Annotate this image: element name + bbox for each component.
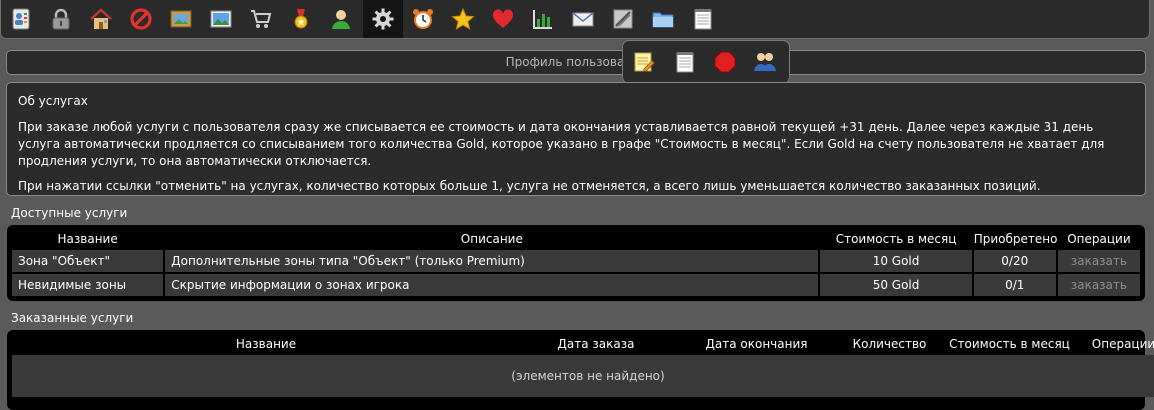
notepad-icon [676,52,694,73]
medal-icon [294,9,308,29]
service-name: Невидимые зоны [12,274,164,296]
order-link[interactable]: заказать [1057,250,1140,272]
star-icon [451,7,475,30]
folder-icon [652,12,674,28]
col-header-end-date: Дата окончания [705,337,808,351]
heart-icon [492,9,514,28]
tools-button[interactable] [603,0,643,38]
ordered-services-label: Заказанные услуги [11,311,134,325]
service-description: Скрытие информации о зонах игрока [165,274,819,296]
col-header-cost: Стоимость в месяц [949,337,1070,351]
service-cost: 10 Gold [820,250,972,272]
star-button[interactable] [443,0,483,38]
info-title: Об услугах [18,94,88,108]
bar-chart-icon [533,10,552,29]
service-bought: 0/1 [973,274,1056,296]
picture-frame-button[interactable] [161,0,201,38]
col-header-cost: Стоимость в месяц [835,232,957,246]
users-icon [754,53,776,71]
lock-button[interactable] [41,0,81,38]
notepad-icon [694,9,712,30]
landscape-icon [210,10,232,28]
home-icon [90,8,112,29]
users-button[interactable] [752,49,778,75]
main-toolbar [0,0,1150,39]
col-header-bought: Приобретено [973,232,1058,246]
col-header-quantity: Количество [852,337,927,351]
alarm-clock-icon [413,9,433,29]
available-services-label: Доступные услуги [11,206,128,220]
col-header-description: Описание [460,232,523,246]
table-row: Зона "Объект" Дополнительные зоны типа "… [12,250,1140,272]
profile-popup-menu [622,40,790,84]
settings-button[interactable] [363,0,403,38]
ordered-services-table: Название Дата заказа Дата окончания Коли… [7,330,1154,410]
service-bought: 0/20 [973,250,1056,272]
stop-icon [714,51,736,73]
services-info-box: Об услугах При заказе любой услуги с пол… [6,82,1146,196]
col-header-name: Название [57,232,118,246]
contacts-icon [12,8,30,30]
forbidden-icon [130,8,152,30]
edit-note-button[interactable] [631,49,657,75]
home-button[interactable] [81,0,121,38]
tools-icon [613,9,633,29]
mail-icon [572,12,594,27]
cart-button[interactable] [241,0,281,38]
table-row: Невидимые зоны Скрытие информации о зона… [12,274,1140,296]
info-paragraph-2: При нажатии ссылки "отменить" на услугах… [18,179,1041,193]
user-icon [332,10,350,29]
user-button[interactable] [321,0,361,38]
order-link[interactable]: заказать [1057,274,1140,296]
col-header-name: Название [235,337,297,351]
stop-button[interactable] [712,49,738,75]
gear-icon [372,8,394,30]
notepad-button[interactable] [672,49,698,75]
table-header-row: Название Описание Стоимость в месяц Прио… [12,230,1140,248]
profile-bar[interactable]: Профиль пользовател [6,50,1146,75]
medal-button[interactable] [281,0,321,38]
service-cost: 50 Gold [820,274,972,296]
cart-icon [251,10,272,28]
info-paragraph-1: При заказе любой услуги с пользователя с… [18,120,1105,168]
service-name: Зона "Объект" [12,250,164,272]
landscape-button[interactable] [201,0,241,38]
col-header-order-date: Дата заказа [557,337,635,351]
bar-chart-button[interactable] [523,0,563,38]
notepad-button[interactable] [683,0,723,38]
service-description: Дополнительные зоны типа "Объект" (тольк… [165,250,819,272]
col-header-operations: Операции [1067,232,1131,246]
forbidden-button[interactable] [121,0,161,38]
picture-frame-icon [170,10,192,28]
contacts-button[interactable] [1,0,41,38]
mail-button[interactable] [563,0,603,38]
table-row: (элементов не найдено) [12,355,1154,397]
alarm-clock-button[interactable] [403,0,443,38]
available-services-table: Название Описание Стоимость в месяц Прио… [7,225,1145,301]
table-header-row: Название Дата заказа Дата окончания Коли… [12,335,1154,353]
col-header-operations: Операции [1091,337,1154,351]
edit-note-icon [634,52,655,72]
heart-button[interactable] [483,0,523,38]
folder-button[interactable] [643,0,683,38]
lock-icon [52,8,70,30]
empty-message: (элементов не найдено) [12,355,1154,397]
